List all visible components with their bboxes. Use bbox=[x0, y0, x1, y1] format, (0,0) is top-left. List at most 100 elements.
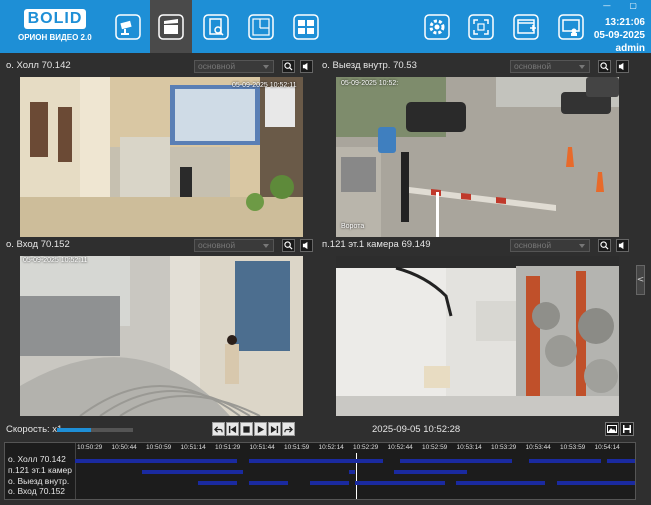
cameras-button[interactable] bbox=[108, 0, 148, 53]
layouts-button[interactable] bbox=[286, 0, 326, 53]
brand-logo-text: BOLID bbox=[24, 9, 86, 29]
clock: 13:21:06 05-09-2025 admin bbox=[594, 6, 645, 55]
timeline-segment[interactable] bbox=[556, 481, 635, 485]
camera-panel[interactable]: о. Выезд внутр. 70.53 основной 05-09-202… bbox=[316, 58, 632, 241]
add-window-button[interactable] bbox=[506, 0, 546, 53]
camera-view[interactable]: 05-09-2025 10:52:11 bbox=[20, 77, 303, 237]
camera-view[interactable]: 05-09-2025 10:52:11 bbox=[20, 256, 303, 416]
camera-panel[interactable]: о. Холл 70.142 основной 05-09-2025 10:52… bbox=[0, 58, 316, 241]
stop-button[interactable] bbox=[240, 422, 253, 436]
window-add-icon bbox=[513, 13, 539, 40]
timeline-segment[interactable] bbox=[607, 459, 635, 463]
camera-header: п.121 эт.1 камера 69.149 основной bbox=[316, 237, 632, 254]
zoom-button[interactable] bbox=[598, 239, 611, 252]
speed-label: Скорость: x1 bbox=[6, 424, 63, 435]
sound-button[interactable] bbox=[300, 239, 313, 252]
timeline-tracks[interactable] bbox=[75, 453, 635, 499]
zoom-button[interactable] bbox=[598, 60, 611, 73]
sound-button[interactable] bbox=[300, 60, 313, 73]
timeline-segment[interactable] bbox=[399, 459, 512, 463]
stream-select[interactable]: основной bbox=[194, 60, 274, 73]
timeline-tick: 10:53:29 bbox=[491, 444, 517, 451]
timeline-tick: 10:50:29 bbox=[77, 444, 103, 451]
logo: BOLID ОРИОН ВИДЕО 2.0 bbox=[6, 6, 92, 46]
timeline-segment[interactable] bbox=[248, 481, 288, 485]
playback-datetime: 2025-09-05 10:52:28 bbox=[372, 424, 461, 435]
archive-button[interactable] bbox=[150, 0, 192, 53]
timeline-tick: 10:53:59 bbox=[560, 444, 586, 451]
product-name: ОРИОН ВИДЕО 2.0 bbox=[18, 33, 92, 42]
speaker-icon bbox=[302, 241, 308, 250]
timeline-segment[interactable] bbox=[528, 459, 602, 463]
play-button[interactable] bbox=[254, 422, 267, 436]
camera-timestamp: 05-09-2025 10:52:11 bbox=[232, 82, 297, 89]
speed-slider[interactable] bbox=[57, 428, 133, 432]
timeline[interactable]: 10:50:29 10:50:44 10:50:59 10:51:14 10:51:29… bbox=[4, 442, 636, 500]
camera-header: о. Вход 70.152 основной bbox=[0, 237, 316, 254]
camera-panel[interactable]: о. Вход 70.152 основной 05-09-2025 10:52… bbox=[0, 237, 316, 420]
timeline-segment[interactable] bbox=[142, 470, 243, 474]
step-forward-button[interactable] bbox=[282, 422, 295, 436]
speaker-icon bbox=[618, 241, 624, 250]
zoom-icon bbox=[600, 62, 609, 71]
timeline-tick: 10:51:14 bbox=[180, 444, 206, 451]
save-button[interactable] bbox=[620, 422, 634, 436]
zoom-button[interactable] bbox=[282, 239, 295, 252]
step-back-button[interactable] bbox=[212, 422, 225, 436]
sound-button[interactable] bbox=[616, 239, 629, 252]
current-user: admin bbox=[615, 43, 645, 54]
floor-plan-icon bbox=[248, 13, 274, 40]
timeline-ruler: 10:50:29 10:50:44 10:50:59 10:51:14 10:51:29… bbox=[75, 443, 635, 453]
camera-view[interactable] bbox=[336, 256, 619, 416]
speaker-icon bbox=[618, 62, 624, 71]
timeline-segment[interactable] bbox=[198, 481, 238, 485]
timeline-tick: 10:52:14 bbox=[318, 444, 344, 451]
camera-image-warehouse bbox=[336, 256, 619, 416]
timeline-tick: 10:52:29 bbox=[353, 444, 379, 451]
settings-button[interactable] bbox=[417, 0, 457, 53]
timeline-segment[interactable] bbox=[394, 470, 467, 474]
skip-end-icon bbox=[270, 425, 279, 433]
camera-icon bbox=[115, 13, 141, 40]
speaker-icon bbox=[302, 62, 308, 71]
timeline-segment[interactable] bbox=[355, 481, 445, 485]
timeline-row-label: п.121 эт.1 камер bbox=[8, 465, 72, 475]
zoom-button[interactable] bbox=[282, 60, 295, 73]
timeline-segment[interactable] bbox=[248, 459, 383, 463]
stream-select[interactable]: основной bbox=[194, 239, 274, 252]
timeline-segment[interactable] bbox=[310, 481, 350, 485]
camera-view[interactable]: 05-09-2025 10:52: Ворота bbox=[336, 77, 619, 237]
reports-button[interactable] bbox=[196, 0, 236, 53]
stop-icon bbox=[243, 425, 250, 433]
plans-button[interactable] bbox=[241, 0, 281, 53]
grid-layout-icon bbox=[293, 13, 319, 40]
snapshot-button[interactable] bbox=[605, 422, 619, 436]
timeline-tick: 10:51:59 bbox=[284, 444, 310, 451]
gear-icon bbox=[424, 13, 450, 40]
timeline-segment[interactable] bbox=[455, 481, 546, 485]
timeline-segment[interactable] bbox=[75, 459, 238, 463]
camera-title: п.121 эт.1 камера 69.149 bbox=[322, 239, 431, 250]
side-panel-toggle[interactable]: < bbox=[636, 265, 645, 295]
camera-header: о. Холл 70.142 основной bbox=[0, 58, 316, 75]
stream-select[interactable]: основной bbox=[510, 60, 590, 73]
floppy-disk-icon bbox=[623, 425, 631, 433]
redo-arrow-icon bbox=[284, 425, 293, 433]
skip-start-icon bbox=[228, 425, 237, 433]
camera-panel[interactable]: п.121 эт.1 камера 69.149 основной bbox=[316, 237, 632, 420]
to-end-button[interactable] bbox=[268, 422, 281, 436]
camera-timestamp: 05-09-2025 10:52: bbox=[341, 80, 399, 87]
to-start-button[interactable] bbox=[226, 422, 239, 436]
camera-image-entrance bbox=[20, 256, 303, 416]
timeline-tick: 10:53:14 bbox=[456, 444, 482, 451]
stream-select[interactable]: основной bbox=[510, 239, 590, 252]
speed-slider-fill bbox=[57, 428, 92, 432]
camera-image-gate bbox=[336, 77, 619, 237]
sound-button[interactable] bbox=[616, 60, 629, 73]
fullscreen-button[interactable] bbox=[461, 0, 501, 53]
timeline-row-label: о. Выезд внутр. bbox=[8, 476, 70, 486]
timeline-segment[interactable] bbox=[349, 470, 355, 474]
timeline-row-label: о. Вход 70.152 bbox=[8, 486, 66, 496]
playback-bar: Скорость: x1 2025-09-05 10:52:28 bbox=[0, 420, 651, 440]
user-monitor-button[interactable] bbox=[551, 0, 591, 53]
